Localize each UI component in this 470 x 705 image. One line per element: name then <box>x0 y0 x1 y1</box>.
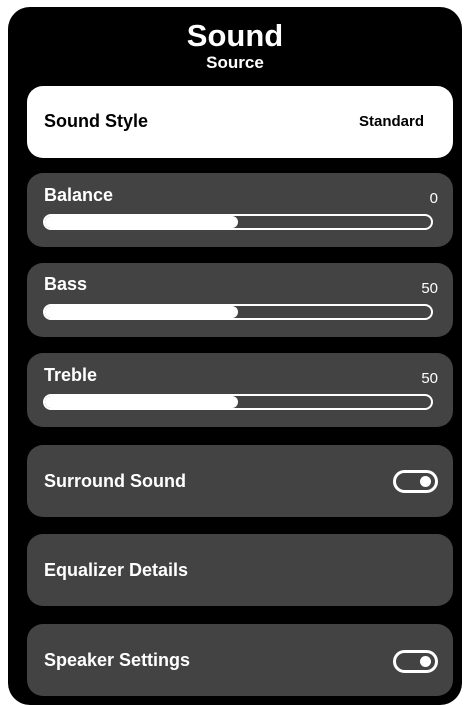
speaker-settings-toggle[interactable] <box>393 650 438 673</box>
equalizer-details-label: Equalizer Details <box>44 560 189 580</box>
speaker-settings-item[interactable]: Speaker Settings <box>27 624 453 696</box>
treble-slider[interactable] <box>43 394 433 410</box>
treble-label: Treble <box>44 365 98 385</box>
bass-slider-fill <box>45 306 238 318</box>
sound-style-item[interactable]: Sound Style Standard <box>27 86 453 158</box>
balance-slider[interactable] <box>43 214 433 230</box>
sound-settings-panel: Sound Source Sound Style Standard Balanc… <box>8 7 462 705</box>
sound-style-value: Standard <box>358 113 424 130</box>
surround-sound-item[interactable]: Surround Sound <box>27 445 453 517</box>
toggle-knob <box>420 476 431 487</box>
bass-item[interactable]: Bass 50 <box>27 263 453 337</box>
sound-style-label: Sound Style <box>44 111 149 131</box>
treble-value: 50 <box>421 370 438 387</box>
balance-slider-fill <box>45 216 238 228</box>
equalizer-details-item[interactable]: Equalizer Details <box>27 534 453 606</box>
balance-item[interactable]: Balance 0 <box>27 173 453 247</box>
treble-item[interactable]: Treble 50 <box>27 353 453 427</box>
bass-value: 50 <box>421 280 438 297</box>
speaker-settings-label: Speaker Settings <box>44 650 191 670</box>
treble-slider-fill <box>45 396 238 408</box>
toggle-knob <box>420 656 431 667</box>
surround-sound-label: Surround Sound <box>44 471 186 491</box>
bass-slider[interactable] <box>43 304 433 320</box>
bass-label: Bass <box>44 274 88 294</box>
page-title: Sound <box>186 18 284 53</box>
balance-label: Balance <box>44 185 114 205</box>
surround-sound-toggle[interactable] <box>393 470 438 493</box>
page-subtitle: Source <box>206 53 264 72</box>
balance-value: 0 <box>429 190 438 207</box>
